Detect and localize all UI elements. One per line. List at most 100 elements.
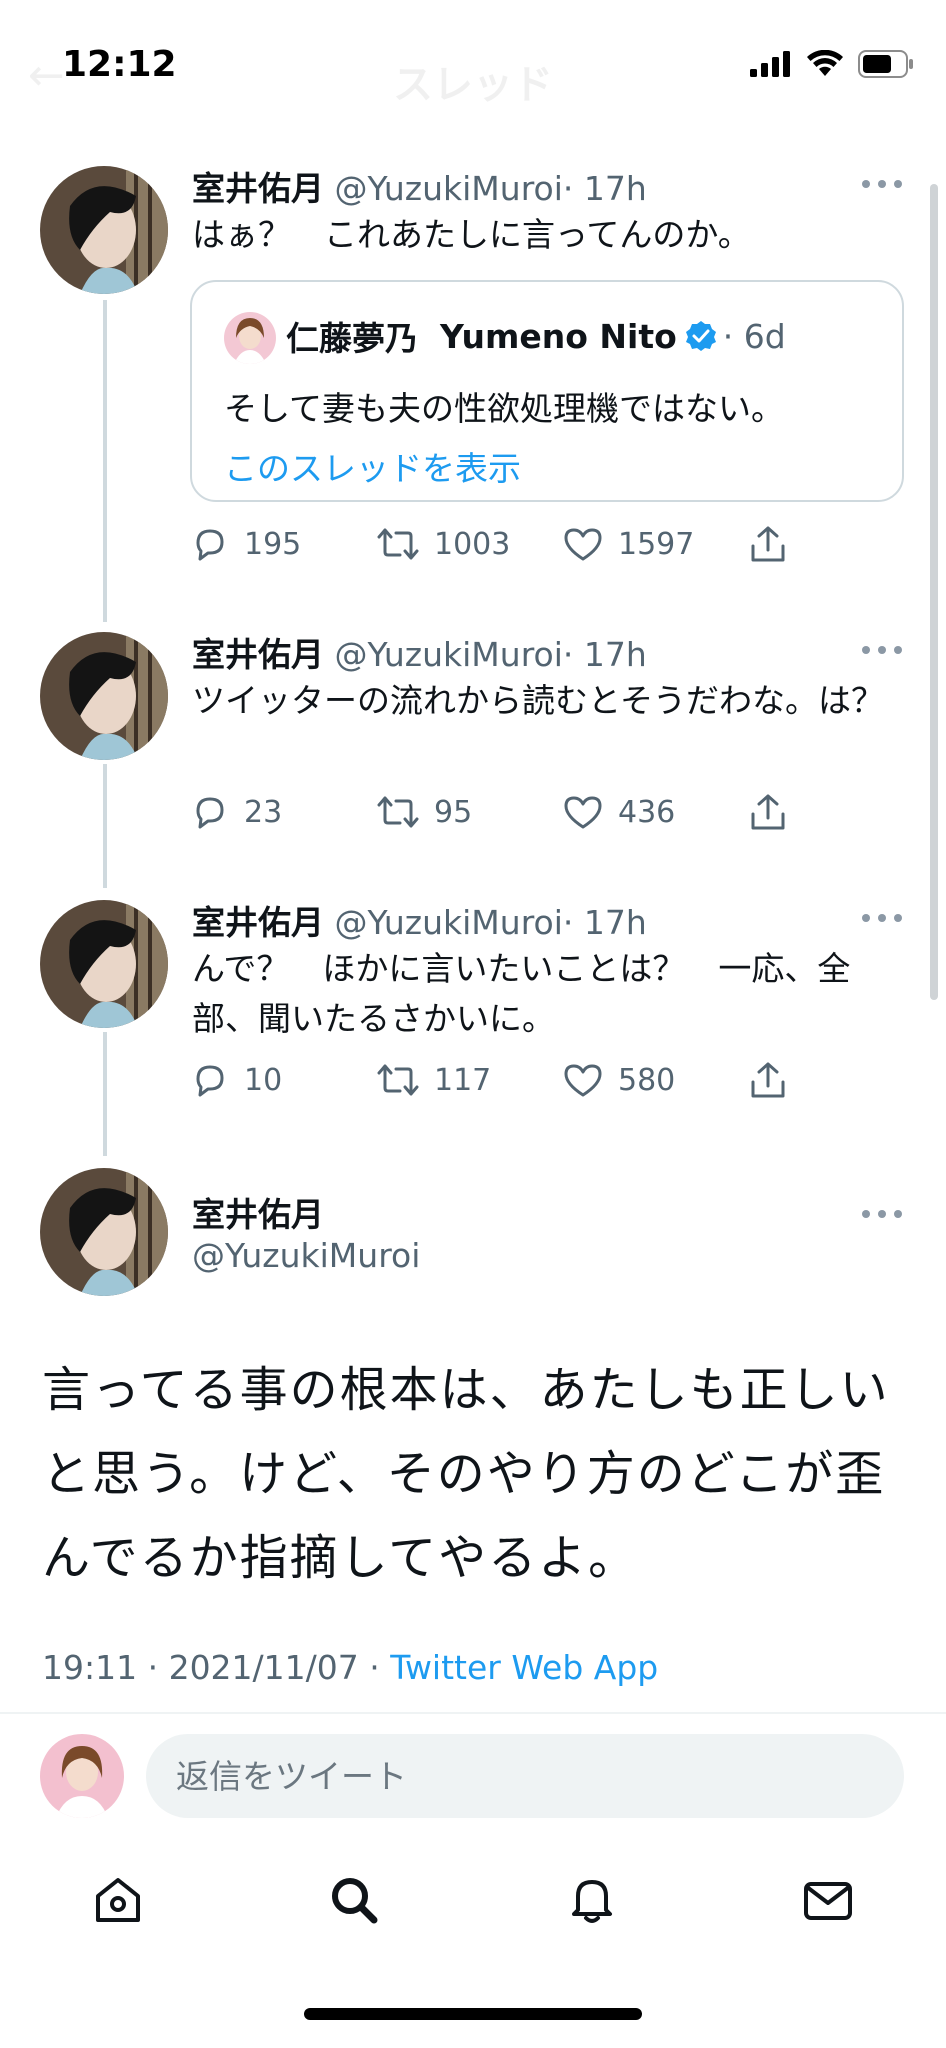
- quote-avatar: [224, 312, 276, 364]
- author-name[interactable]: 室井佑月: [192, 635, 324, 674]
- tab-bar: [0, 1860, 946, 1960]
- retweet-count: 117: [434, 1062, 492, 1098]
- divider: [0, 1712, 946, 1714]
- reply-count: 195: [244, 526, 302, 562]
- notifications-tab[interactable]: [552, 1860, 632, 1940]
- like-button[interactable]: 1597: [562, 524, 694, 564]
- like-count: 1597: [618, 526, 695, 562]
- quote-header: 仁藤夢乃 Yumeno Nito · 6d: [286, 312, 786, 360]
- avatar-photo-icon: [224, 312, 276, 364]
- main-author-handle[interactable]: @YuzukiMuroi: [192, 1236, 420, 1275]
- tweet-actions: 195 1003 1597: [190, 524, 810, 574]
- tweet-timestamp: 19:11 · 2021/11/07 ·: [42, 1648, 391, 1687]
- share-button[interactable]: [748, 792, 788, 834]
- reply-bar: [0, 1720, 946, 1830]
- quote-time: · 6d: [722, 316, 786, 356]
- tweet-actions: 23 95 436: [190, 792, 810, 842]
- main-author-name[interactable]: 室井佑月: [192, 1188, 324, 1236]
- avatar[interactable]: [40, 1168, 168, 1296]
- like-count: 436: [618, 794, 676, 830]
- avatar-photo-icon: [40, 632, 168, 760]
- current-user-avatar[interactable]: [40, 1734, 124, 1818]
- signal-icon: [750, 51, 790, 77]
- tweet-time: · 17h: [562, 903, 647, 942]
- heart-icon: [564, 528, 602, 561]
- author-name[interactable]: 室井佑月: [192, 169, 324, 208]
- messages-tab[interactable]: [788, 1860, 868, 1940]
- more-options-icon[interactable]: [862, 914, 902, 924]
- like-count: 580: [618, 1062, 676, 1098]
- share-icon: [751, 794, 785, 830]
- author-handle[interactable]: @YuzukiMuroi: [335, 903, 563, 942]
- like-button[interactable]: 580: [562, 1060, 675, 1100]
- share-button[interactable]: [748, 524, 788, 566]
- reply-count: 23: [244, 794, 283, 830]
- messages-icon: [804, 1882, 852, 1920]
- more-options-icon[interactable]: [862, 180, 902, 190]
- search-icon: [332, 1878, 378, 1924]
- tweet-time: · 17h: [562, 169, 647, 208]
- avatar-photo-icon: [40, 1734, 124, 1818]
- author-name[interactable]: 室井佑月: [192, 903, 324, 942]
- tweet-header: 室井佑月 @YuzukiMuroi· 17h: [192, 628, 647, 676]
- search-tab[interactable]: [314, 1860, 394, 1940]
- wifi-icon: [807, 50, 843, 76]
- retweet-button[interactable]: 1003: [376, 524, 510, 564]
- quote-display-name: Yumeno Nito: [440, 316, 677, 356]
- show-thread-link[interactable]: このスレッドを表示: [224, 442, 521, 490]
- tweet-text: はぁ？ これあたしに言ってんのか。: [192, 215, 751, 254]
- thread-connector: [103, 1032, 107, 1156]
- reply-input[interactable]: [146, 1734, 904, 1818]
- tweet-header: 室井佑月 @YuzukiMuroi· 17h: [192, 896, 647, 944]
- author-handle[interactable]: @YuzukiMuroi: [335, 169, 563, 208]
- avatar-photo-icon: [40, 166, 168, 294]
- more-options-icon[interactable]: [862, 646, 902, 656]
- heart-icon: [564, 1064, 602, 1097]
- like-button[interactable]: 436: [562, 792, 675, 832]
- avatar-photo-icon: [40, 1168, 168, 1296]
- retweet-icon: [377, 796, 419, 828]
- retweet-count: 1003: [434, 526, 511, 562]
- battery-icon: [858, 50, 913, 78]
- avatar[interactable]: [40, 632, 168, 760]
- reply-button[interactable]: 195: [190, 524, 301, 564]
- reply-count: 10: [244, 1062, 283, 1098]
- quote-text: そして妻も夫の性欲処理機ではない。: [224, 389, 785, 428]
- avatar[interactable]: [40, 900, 168, 1028]
- tweet-client-link[interactable]: Twitter Web App: [390, 1648, 658, 1687]
- scroll-indicator: [930, 184, 938, 1000]
- heart-icon: [564, 796, 602, 829]
- quote-author-name: 仁藤夢乃: [286, 319, 418, 358]
- home-tab[interactable]: [78, 1860, 158, 1940]
- reply-icon: [196, 1065, 224, 1097]
- thread-connector: [103, 764, 107, 888]
- quoted-tweet[interactable]: 仁藤夢乃 Yumeno Nito · 6d そして妻も夫の性欲処理機ではない。 …: [190, 280, 904, 502]
- reply-button[interactable]: 23: [190, 792, 282, 832]
- home-icon: [96, 1878, 140, 1922]
- retweet-button[interactable]: 117: [376, 1060, 491, 1100]
- share-icon: [751, 1062, 785, 1098]
- retweet-icon: [377, 528, 419, 560]
- tweet-header: 室井佑月 @YuzukiMuroi· 17h: [192, 162, 647, 210]
- tweet-text: ツイッターの流れから読むとそうだわな。は？: [192, 681, 885, 720]
- status-icons: [750, 50, 914, 78]
- retweet-button[interactable]: 95: [376, 792, 472, 832]
- retweet-icon: [377, 1064, 419, 1096]
- home-indicator: [304, 2008, 642, 2020]
- reply-icon: [196, 529, 224, 561]
- tweet-actions: 10 117 580: [190, 1060, 810, 1110]
- reply-button[interactable]: 10: [190, 1060, 282, 1100]
- avatar[interactable]: [40, 166, 168, 294]
- status-bar: ← スレッド 12:12: [0, 0, 946, 140]
- share-icon: [751, 526, 785, 562]
- author-handle[interactable]: @YuzukiMuroi: [335, 635, 563, 674]
- share-button[interactable]: [748, 1060, 788, 1102]
- more-options-icon[interactable]: [862, 1210, 902, 1220]
- retweet-count: 95: [434, 794, 473, 830]
- tweet-time: · 17h: [562, 635, 647, 674]
- thread-connector: [103, 300, 107, 622]
- main-tweet-text: 言ってる事の根本は、あたしも正しいと思う。けど、そのやり方のどこが歪んでるか指摘…: [42, 1362, 890, 1586]
- tweet-text: んで？ ほかに言いたいことは？ 一応、全部、聞いたるさかいに。: [192, 949, 851, 1038]
- notifications-icon: [572, 1880, 612, 1923]
- avatar-photo-icon: [40, 900, 168, 1028]
